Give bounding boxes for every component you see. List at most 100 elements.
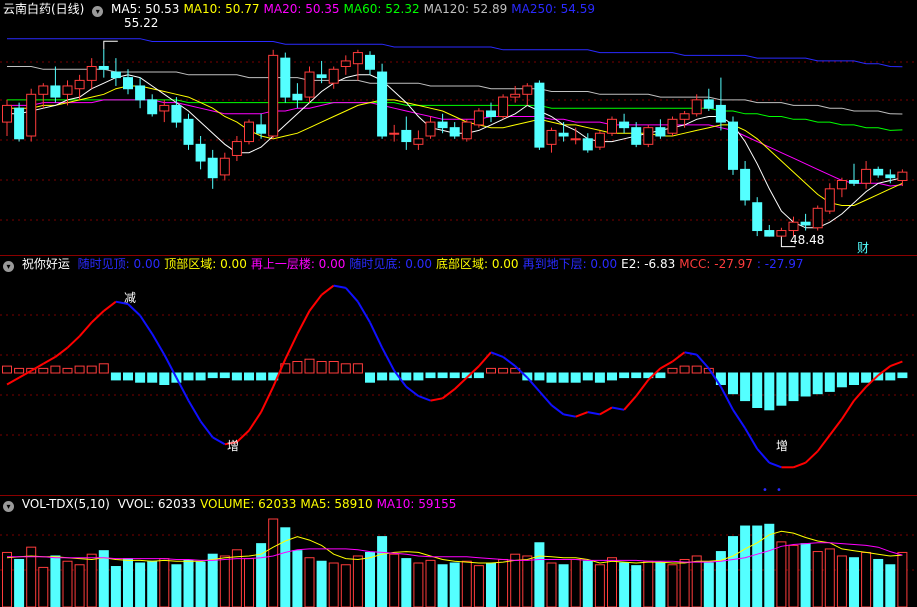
volume-bar <box>897 551 908 607</box>
financial-report-badge[interactable]: 财 <box>857 239 869 255</box>
ma-legend: MA5: 50.53 MA10: 50.77 MA20: 50.35 MA60: 52… <box>111 2 599 16</box>
histogram-bar <box>667 367 678 374</box>
candle-body <box>570 138 581 141</box>
candle-body <box>304 71 315 98</box>
volume-bar <box>740 525 751 607</box>
histogram-bar <box>292 361 303 374</box>
price-chart[interactable] <box>0 0 917 255</box>
mcc-line-segment <box>381 347 396 372</box>
candle-body <box>582 138 593 151</box>
volume-legend-item: MA5: 58910 <box>300 497 373 511</box>
volume-bar <box>328 562 339 607</box>
signal-increase-label: 增 <box>776 439 789 453</box>
candle-body <box>849 179 859 184</box>
candle-body <box>50 85 61 98</box>
candle-body <box>776 230 787 237</box>
volume-bar <box>776 541 787 607</box>
volume-bar <box>219 555 230 607</box>
volume-bar <box>558 564 569 607</box>
mcc-line-segment <box>671 351 686 363</box>
candle-body <box>486 110 496 118</box>
collapse-toggle-icon[interactable]: ▾ <box>3 261 14 272</box>
volume-bar <box>631 565 642 607</box>
mcc-line-segment <box>550 404 565 416</box>
candle-body <box>340 60 351 67</box>
mcc-line-segment <box>54 346 69 358</box>
histogram-bar <box>631 372 642 379</box>
high-price-marker: 55.22 <box>124 16 159 30</box>
volume-panel[interactable]: ▾ VOL-TDX(5,10) VVOL: 62033 VOLUME: 62033… <box>0 495 917 607</box>
candle-body <box>219 157 230 176</box>
histogram-bar <box>534 372 545 381</box>
mcc-line-segment <box>635 379 650 397</box>
volume-bar <box>570 558 581 607</box>
volume-bar <box>510 553 521 607</box>
histogram-bar <box>159 372 170 385</box>
mcc-line-segment <box>756 448 771 464</box>
ma-legend-item: MA250: 54.59 <box>511 2 595 16</box>
histogram-bar <box>607 372 617 381</box>
mcc-line-segment <box>587 411 601 416</box>
indicator-legend-item: 随时见顶: 0.00 <box>77 257 161 271</box>
volume-bar <box>473 565 484 607</box>
histogram-bar <box>788 372 799 402</box>
candle-body <box>2 104 12 123</box>
candle-body <box>473 110 484 126</box>
collapse-toggle-icon[interactable]: ▾ <box>3 501 14 512</box>
histogram-bar <box>740 372 751 402</box>
candle-body <box>594 132 605 148</box>
volume-bar <box>594 564 605 607</box>
volume-bar <box>98 550 109 607</box>
candle-body <box>812 207 823 229</box>
volume-bar <box>667 564 678 607</box>
volume-panel-header: ▾ VOL-TDX(5,10) VVOL: 62033 VOLUME: 62033… <box>3 497 464 512</box>
volume-bar <box>655 562 666 607</box>
histogram-bar <box>570 372 581 383</box>
histogram-bar <box>219 372 230 379</box>
volume-bar <box>728 536 738 607</box>
volume-bar <box>449 562 460 607</box>
mcc-line-segment <box>623 395 637 411</box>
histogram-bar <box>86 365 97 374</box>
mcc-line-segment <box>563 413 576 418</box>
candle-body <box>231 141 242 156</box>
candle-body <box>824 188 835 212</box>
candle-body <box>425 121 436 137</box>
mcc-line-segment <box>804 450 819 464</box>
candle-body <box>885 174 896 179</box>
volume-bar <box>425 559 436 607</box>
histogram-bar <box>752 372 763 408</box>
candle-body <box>86 65 97 81</box>
candle-body <box>38 85 49 95</box>
mcc-line-segment <box>816 434 831 452</box>
indicator-panel[interactable]: • • ▾ 祝你好运 随时见顶: 0.00 顶部区域: 0.00 再上一层楼: 0.0… <box>0 255 917 495</box>
histogram-bar <box>691 365 702 374</box>
price-panel[interactable]: 云南白药(日线) ▾ MA5: 50.53 MA10: 50.77 MA20: 50… <box>0 0 917 255</box>
mcc-line-segment <box>418 395 431 402</box>
mcc-line-segment <box>575 411 589 418</box>
candle-body <box>377 71 388 137</box>
candle-body <box>715 104 726 123</box>
mcc-line-segment <box>889 360 903 368</box>
collapse-toggle-icon[interactable]: ▾ <box>92 6 104 17</box>
mcc-line-segment <box>659 360 673 370</box>
mcc-line-segment <box>187 400 202 422</box>
mcc-line-segment <box>308 294 323 312</box>
indicator-chart[interactable]: • • <box>0 255 917 495</box>
candle-body <box>280 57 291 98</box>
volume-bar <box>812 551 823 607</box>
volume-bar <box>135 562 146 607</box>
candle-body <box>740 168 751 201</box>
histogram-bar <box>728 372 738 395</box>
candle-body <box>195 143 206 162</box>
ma-legend-item: MA10: 50.77 <box>183 2 260 16</box>
indicator-legend-item: 顶部区域: 0.00 <box>164 257 247 271</box>
histogram-bar <box>861 372 872 383</box>
volume-bar <box>461 560 472 607</box>
histogram-bar <box>437 372 448 379</box>
mcc-line-segment <box>357 301 371 323</box>
histogram-bar <box>655 372 666 379</box>
candle-body <box>171 104 182 123</box>
candle-body <box>619 121 630 129</box>
histogram-bar <box>340 363 351 374</box>
